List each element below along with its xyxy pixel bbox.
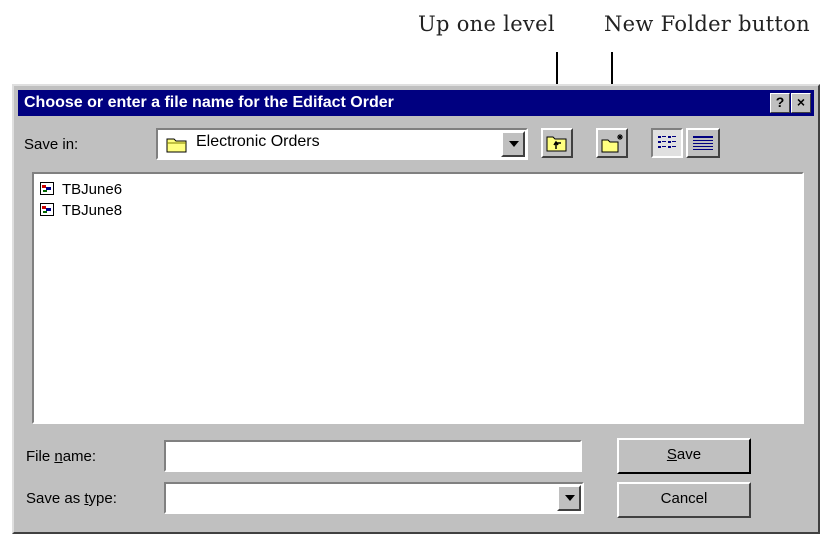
- new-folder-button[interactable]: [596, 128, 628, 158]
- edifact-file-icon: [40, 182, 56, 196]
- up-one-level-icon: [546, 136, 567, 152]
- edifact-file-icon: [40, 203, 56, 217]
- save-as-type-label: Save as type:: [26, 490, 117, 507]
- details-view-icon: [693, 136, 713, 150]
- list-item[interactable]: TBJune8: [40, 201, 122, 221]
- save-dialog: Choose or enter a file name for the Edif…: [12, 84, 820, 534]
- label-text: Save as: [26, 490, 85, 507]
- file-name-field[interactable]: [164, 440, 582, 472]
- label-text: ame:: [62, 448, 97, 465]
- dialog-title: Choose or enter a file name for the Edif…: [24, 94, 394, 111]
- label-hotkey: n: [54, 448, 63, 465]
- save-in-combo[interactable]: Electronic Orders: [156, 128, 528, 160]
- save-in-dropdown-button[interactable]: [501, 131, 525, 157]
- new-folder-callout: New Folder button: [604, 12, 810, 36]
- label-text: File: [26, 448, 55, 465]
- label-text: ype:: [88, 490, 117, 507]
- save-in-label: Save in:: [24, 136, 79, 153]
- list-item[interactable]: TBJune6: [40, 180, 122, 200]
- close-button[interactable]: ×: [791, 93, 811, 113]
- file-name: TBJune6: [62, 181, 123, 198]
- chevron-down-icon: [565, 495, 575, 501]
- save-button[interactable]: Save: [617, 438, 751, 474]
- file-name-label: File name:: [26, 448, 96, 465]
- new-folder-icon: [601, 134, 623, 153]
- details-view-button[interactable]: [686, 128, 720, 158]
- help-button[interactable]: ?: [770, 93, 790, 113]
- list-view-icon: [658, 136, 676, 148]
- chevron-down-icon: [509, 141, 519, 147]
- save-in-value: Electronic Orders: [196, 133, 320, 150]
- save-button-label: Save: [619, 440, 749, 472]
- list-view-button[interactable]: [651, 128, 683, 158]
- file-list[interactable]: TBJune6 TBJune8: [32, 172, 804, 424]
- save-as-type-combo[interactable]: [164, 482, 584, 514]
- title-bar: Choose or enter a file name for the Edif…: [18, 90, 814, 116]
- cancel-button-label: Cancel: [660, 490, 708, 507]
- cancel-button[interactable]: Cancel: [617, 482, 751, 518]
- label-hotkey: S: [666, 446, 677, 463]
- up-one-level-button[interactable]: [541, 128, 573, 158]
- up-one-level-callout: Up one level: [418, 12, 555, 36]
- label-text: ave: [676, 446, 702, 463]
- file-name: TBJune8: [62, 202, 123, 219]
- save-as-type-dropdown-button[interactable]: [557, 485, 581, 511]
- folder-icon: [166, 135, 188, 158]
